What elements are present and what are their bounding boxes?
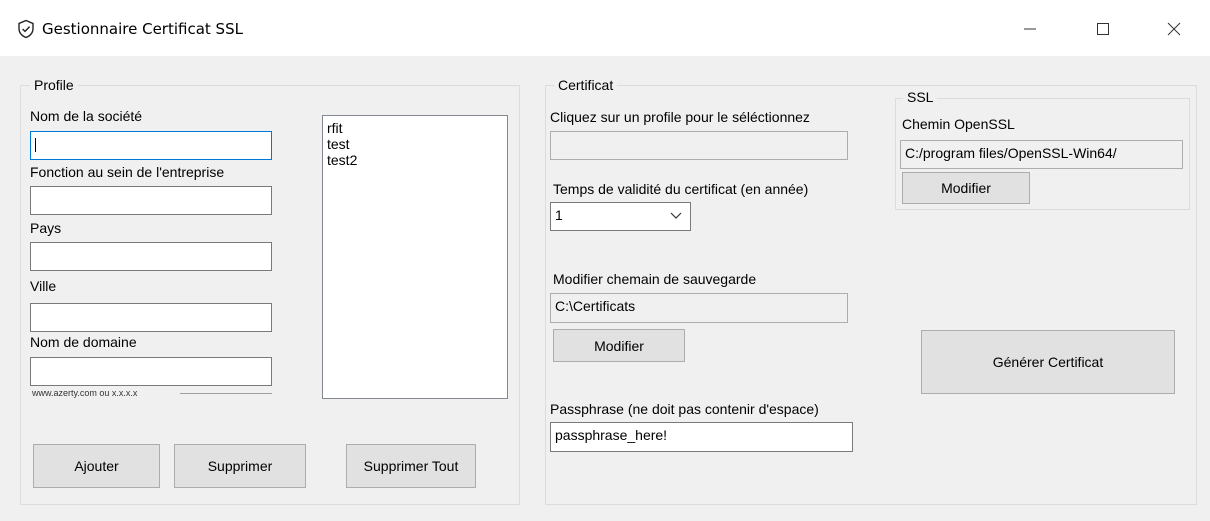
minimize-button[interactable] [1010, 14, 1050, 44]
close-icon [1167, 22, 1181, 36]
add-button[interactable]: Ajouter [33, 444, 160, 488]
city-label: Ville [30, 278, 57, 294]
save-path-field: C:\Certificats [550, 293, 848, 323]
passphrase-input[interactable]: passphrase_here! [550, 422, 853, 452]
function-input[interactable] [30, 186, 272, 215]
profile-listbox[interactable]: rfit test test2 [322, 115, 508, 399]
selected-profile-field [550, 131, 848, 160]
list-item[interactable]: test2 [327, 152, 503, 168]
save-path-label: Modifier chemain de sauvegarde [553, 271, 757, 287]
minimize-icon [1024, 28, 1036, 30]
city-input[interactable] [30, 303, 272, 332]
profile-group-label: Profile [30, 77, 78, 93]
company-input[interactable] [30, 131, 272, 160]
delete-all-button[interactable]: Supprimer Tout [346, 444, 476, 488]
maximize-button[interactable] [1083, 14, 1123, 44]
modify-save-path-button[interactable]: Modifier [553, 329, 685, 362]
select-profile-prompt: Cliquez sur un profile pour le séléction… [550, 109, 810, 125]
openssl-path-label: Chemin OpenSSL [902, 116, 1015, 132]
text-caret [35, 138, 36, 153]
close-button[interactable] [1154, 14, 1194, 44]
passphrase-label: Passphrase (ne doit pas contenir d'espac… [550, 401, 819, 417]
list-item[interactable]: test [327, 136, 503, 152]
country-label: Pays [30, 220, 62, 236]
certificat-group-label: Certificat [554, 77, 618, 93]
ssl-group-label: SSL [903, 89, 938, 105]
validity-label: Temps de validité du certificat (en anné… [553, 181, 809, 197]
country-input[interactable] [30, 242, 272, 271]
domain-hint: www.azerty.com ou x.x.x.x [32, 388, 138, 398]
generate-certificate-button[interactable]: Générer Certificat [921, 330, 1175, 394]
validity-value: 1 [555, 207, 563, 223]
domain-input[interactable] [30, 357, 272, 386]
hint-divider [180, 393, 272, 394]
list-item[interactable]: rfit [327, 120, 503, 136]
maximize-icon [1097, 23, 1109, 35]
shield-check-icon [18, 19, 34, 39]
chevron-down-icon [670, 212, 682, 219]
validity-select[interactable]: 1 [550, 202, 691, 231]
window-title: Gestionnaire Certificat SSL [42, 20, 243, 38]
openssl-path-field: C:/program files/OpenSSL-Win64/ [900, 140, 1183, 169]
modify-openssl-button[interactable]: Modifier [902, 172, 1030, 204]
company-label: Nom de la société [30, 108, 143, 124]
function-label: Fonction au sein de l'entreprise [30, 164, 225, 180]
delete-button[interactable]: Supprimer [174, 444, 306, 488]
domain-label: Nom de domaine [30, 334, 137, 350]
